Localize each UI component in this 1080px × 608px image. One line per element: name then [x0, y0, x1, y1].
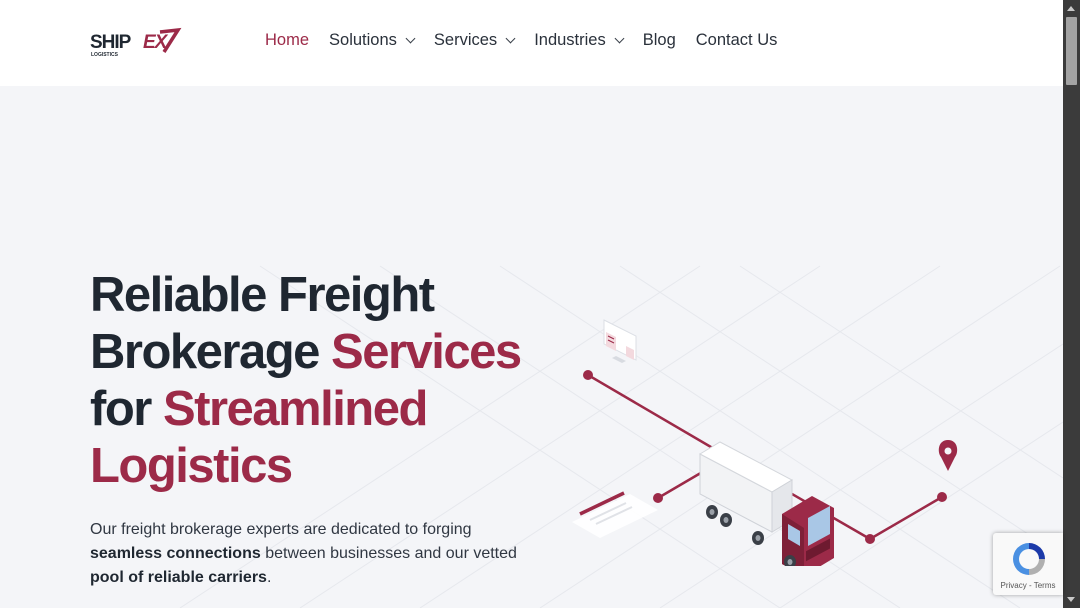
scroll-up-arrow-icon[interactable] [1063, 0, 1080, 17]
page-scrollbar[interactable] [1063, 0, 1080, 608]
recaptcha-icon [1013, 543, 1045, 575]
nav-blog[interactable]: Blog [643, 31, 676, 50]
nav-industries-label: Industries [534, 31, 606, 49]
headline-line1: Reliable Freight [90, 268, 435, 322]
nav-contact[interactable]: Contact Us [696, 31, 778, 50]
nav-contact-label: Contact Us [695, 31, 778, 49]
logistics-illustration [572, 319, 958, 566]
headline-line2-plain: Brokerage [90, 325, 332, 379]
nav-services[interactable]: Services [433, 31, 516, 50]
hero-section: Reliable Freight Brokerage Services for … [0, 86, 1063, 608]
hero-headline: Reliable Freight Brokerage Services for … [90, 267, 570, 495]
hero-description: Our freight brokerage experts are dedica… [90, 518, 520, 590]
nav-solutions[interactable]: Solutions [329, 31, 416, 50]
chevron-down-icon [505, 33, 516, 43]
site-header: SHIP EX LOGISTICS Home Solutions Service… [0, 0, 1063, 86]
truck-icon [698, 441, 834, 566]
nav-blog-label: Blog [642, 31, 676, 49]
headline-line2-accent: Services [331, 325, 522, 379]
recaptcha-privacy-terms[interactable]: Privacy - Terms [993, 581, 1063, 590]
desc-part1: Our freight brokerage experts are dedica… [90, 521, 472, 538]
scroll-thumb[interactable] [1066, 17, 1077, 85]
desc-bold2: pool of reliable carriers [90, 569, 267, 586]
nav-industries[interactable]: Industries [534, 31, 625, 50]
headline-line3-plain: for [90, 382, 163, 436]
logo-tagline: LOGISTICS [91, 52, 119, 58]
main-nav: Home Solutions Services Industries Blog … [265, 31, 797, 50]
shipex-logo[interactable]: SHIP EX LOGISTICS [90, 26, 182, 60]
chevron-down-icon [614, 33, 625, 43]
document-icon [572, 491, 658, 538]
headline-line3-accent: Streamlined [162, 382, 428, 436]
desc-part2: between businesses and our vetted [260, 545, 517, 562]
chevron-down-icon [405, 33, 416, 43]
computer-monitor-icon [603, 319, 637, 363]
nav-solutions-label: Solutions [329, 31, 397, 49]
desc-bold1: seamless connections [90, 545, 261, 562]
scroll-down-arrow-icon[interactable] [1063, 591, 1080, 608]
desc-part3: . [266, 569, 272, 586]
logo-text-ship: SHIP [90, 32, 132, 53]
headline-line4-accent: Logistics [90, 439, 293, 493]
nav-services-label: Services [433, 31, 498, 49]
recaptcha-badge[interactable]: Privacy - Terms [993, 533, 1063, 595]
nav-home[interactable]: Home [265, 31, 309, 50]
nav-home-label: Home [265, 31, 310, 49]
location-pin-icon [938, 440, 958, 471]
